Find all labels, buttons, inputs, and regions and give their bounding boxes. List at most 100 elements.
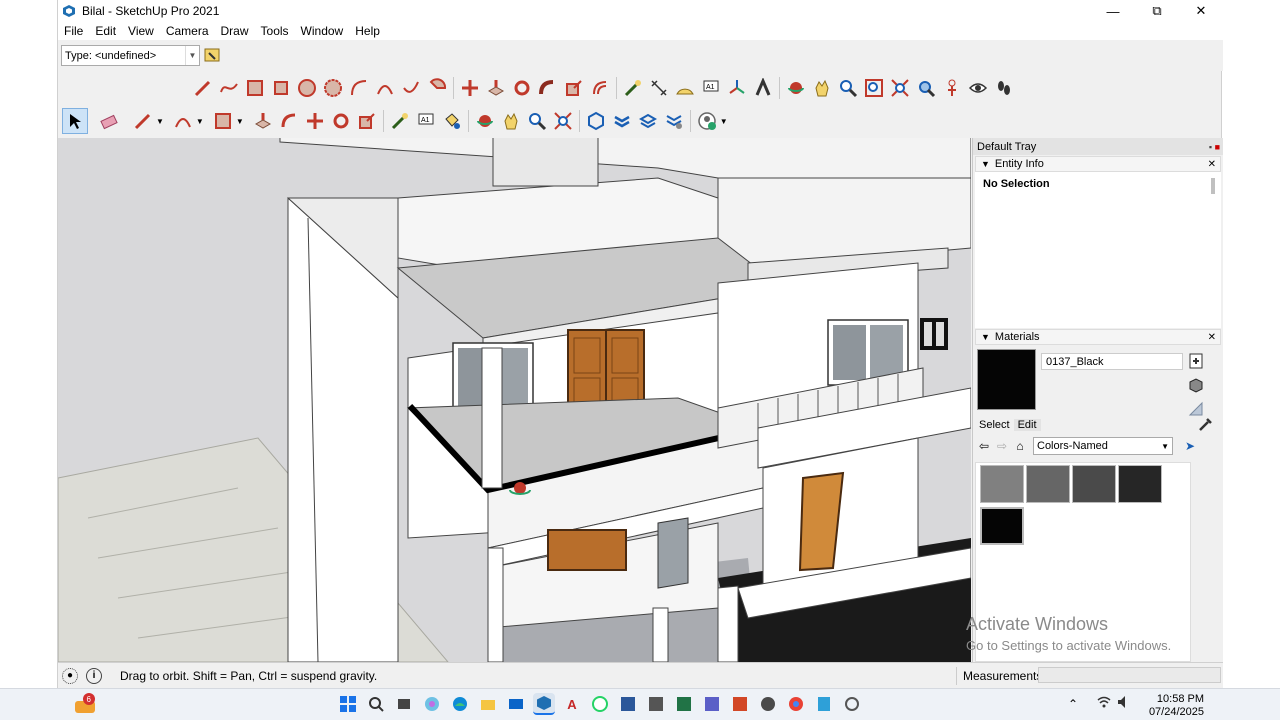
measurements-input[interactable]: [1038, 667, 1221, 683]
maximize-button[interactable]: ⧉: [1135, 0, 1179, 22]
eyedropper-icon[interactable]: [1193, 416, 1217, 435]
3d-warehouse-icon[interactable]: [583, 108, 609, 134]
menu-edit[interactable]: Edit: [89, 24, 122, 38]
notepad-icon[interactable]: [813, 693, 835, 715]
search-icon[interactable]: [365, 693, 387, 715]
axes-icon[interactable]: [724, 75, 750, 101]
zoom-tool-icon[interactable]: [524, 108, 550, 134]
task-view-icon[interactable]: [393, 693, 415, 715]
tape-measure-icon[interactable]: [620, 75, 646, 101]
menu-view[interactable]: View: [122, 24, 160, 38]
copilot-icon[interactable]: [421, 693, 443, 715]
file-explorer-icon[interactable]: [477, 693, 499, 715]
teams-icon[interactable]: [701, 693, 723, 715]
swatch-gray-4[interactable]: [1118, 465, 1162, 503]
tape-measure-tool-icon[interactable]: [387, 108, 413, 134]
menu-file[interactable]: File: [58, 24, 89, 38]
model-materials-icon[interactable]: [1187, 375, 1205, 395]
scale-tool-icon[interactable]: [354, 108, 380, 134]
follow-me-icon[interactable]: [535, 75, 561, 101]
tab-edit[interactable]: Edit: [1013, 419, 1041, 431]
extension-manager-icon[interactable]: [661, 108, 687, 134]
select-arrow-icon[interactable]: [62, 108, 88, 134]
entity-info-header[interactable]: ▼ Entity Info ✕: [975, 156, 1221, 172]
home-icon[interactable]: ⌂: [1011, 437, 1029, 455]
dimension-icon[interactable]: [646, 75, 672, 101]
offset-tool-icon[interactable]: [276, 108, 302, 134]
powerpoint-icon[interactable]: [729, 693, 751, 715]
offset-icon[interactable]: [587, 75, 613, 101]
pan-tool-icon[interactable]: [498, 108, 524, 134]
swatch-gray-2[interactable]: [1026, 465, 1070, 503]
walk-icon[interactable]: [991, 75, 1017, 101]
orbit-icon[interactable]: [783, 75, 809, 101]
model-viewport[interactable]: [58, 138, 971, 662]
account-icon[interactable]: [694, 108, 720, 134]
chevron-up-icon[interactable]: ⌃: [1068, 697, 1078, 711]
rotate-icon[interactable]: [509, 75, 535, 101]
close-icon[interactable]: ✕: [1208, 332, 1216, 343]
info-icon[interactable]: i: [86, 667, 102, 684]
line-tool-icon[interactable]: [130, 108, 156, 134]
sketchup-taskbar-icon[interactable]: [533, 693, 555, 715]
menu-tools[interactable]: Tools: [255, 24, 295, 38]
forward-arrow-icon[interactable]: ⇨: [993, 437, 1011, 455]
tab-select[interactable]: Select: [975, 419, 1014, 431]
two-point-arc-icon[interactable]: [372, 75, 398, 101]
photos-icon[interactable]: [645, 693, 667, 715]
menu-help[interactable]: Help: [349, 24, 386, 38]
push-pull-tool-icon[interactable]: [250, 108, 276, 134]
chrome-icon[interactable]: [785, 693, 807, 715]
rectangle-icon[interactable]: [242, 75, 268, 101]
zoom-window-icon[interactable]: [861, 75, 887, 101]
pan-icon[interactable]: [809, 75, 835, 101]
outlook-icon[interactable]: [505, 693, 527, 715]
menu-draw[interactable]: Draw: [215, 24, 255, 38]
three-point-arc-icon[interactable]: [398, 75, 424, 101]
scale-icon[interactable]: [561, 75, 587, 101]
swatch-gray-1[interactable]: [980, 465, 1024, 503]
zoom-extents-icon[interactable]: [887, 75, 913, 101]
close-button[interactable]: ✕: [1179, 0, 1223, 22]
polygon-icon[interactable]: [320, 75, 346, 101]
materials-header[interactable]: ▼ Materials ✕: [975, 329, 1221, 345]
type-select[interactable]: Type: <undefined> ▼: [61, 45, 200, 66]
create-material-icon[interactable]: [1187, 351, 1205, 371]
chevron-down-icon[interactable]: ▼: [720, 117, 728, 126]
circle-icon[interactable]: [294, 75, 320, 101]
arc-tool-icon[interactable]: [170, 108, 196, 134]
zoom-extents-tool-icon[interactable]: [550, 108, 576, 134]
autocad-icon[interactable]: A: [561, 693, 583, 715]
orbit-tool-icon[interactable]: [472, 108, 498, 134]
position-camera-icon[interactable]: [939, 75, 965, 101]
swatch-gray-3[interactable]: [1072, 465, 1116, 503]
shape-tool-icon[interactable]: [210, 108, 236, 134]
start-icon[interactable]: [337, 693, 359, 715]
freehand-icon[interactable]: [216, 75, 242, 101]
chevron-down-icon[interactable]: ▼: [156, 117, 164, 126]
current-material-swatch[interactable]: [977, 349, 1036, 410]
close-icon[interactable]: ✕: [1208, 159, 1216, 170]
arc-icon[interactable]: [346, 75, 372, 101]
chevron-down-icon[interactable]: ▼: [196, 117, 204, 126]
minimize-button[interactable]: —: [1091, 0, 1135, 22]
library-select[interactable]: Colors-Named ▼: [1033, 437, 1173, 455]
scrollbar-thumb[interactable]: [1211, 178, 1215, 194]
menu-window[interactable]: Window: [295, 24, 350, 38]
chrome-dev-icon[interactable]: [757, 693, 779, 715]
rotated-rectangle-icon[interactable]: [268, 75, 294, 101]
look-around-icon[interactable]: [965, 75, 991, 101]
settings-icon[interactable]: [841, 693, 863, 715]
layout-icon[interactable]: [635, 108, 661, 134]
clock[interactable]: 10:58 PM 07/24/2025: [1149, 693, 1204, 719]
edge-icon[interactable]: [449, 693, 471, 715]
eraser-icon[interactable]: [96, 108, 122, 134]
pie-icon[interactable]: [424, 75, 450, 101]
paint-bucket-icon[interactable]: [439, 108, 465, 134]
widgets-icon[interactable]: 6: [72, 691, 98, 717]
swatch-black[interactable]: [980, 507, 1024, 545]
protractor-icon[interactable]: [672, 75, 698, 101]
move-tool-icon[interactable]: [302, 108, 328, 134]
zoom-icon[interactable]: [835, 75, 861, 101]
extension-warehouse-icon[interactable]: [609, 108, 635, 134]
